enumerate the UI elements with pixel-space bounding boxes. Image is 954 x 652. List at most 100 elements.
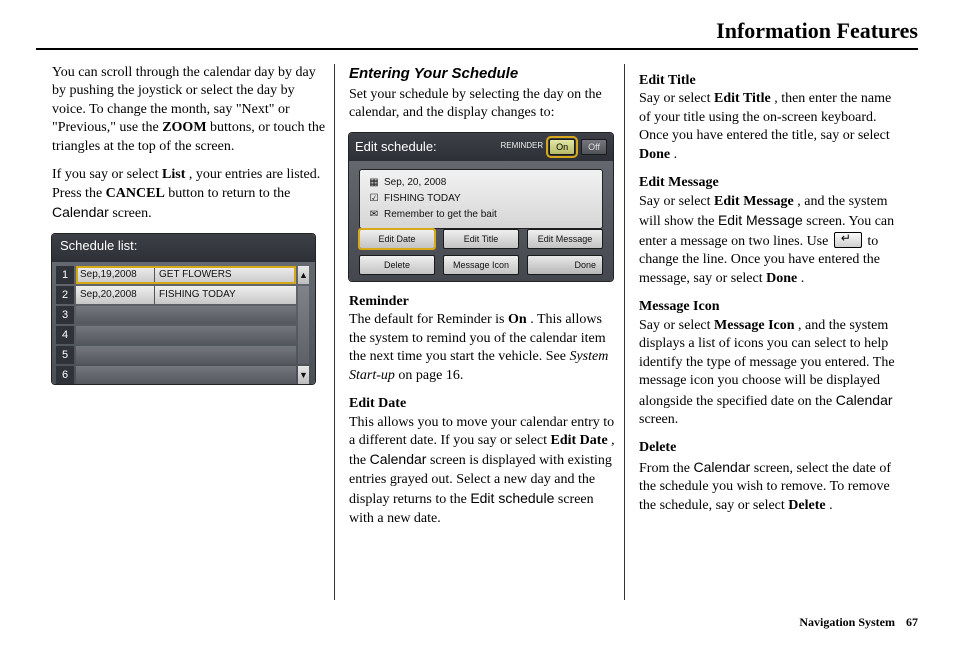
- bold-on: On: [508, 312, 527, 327]
- manual-page: Information Features You can scroll thro…: [0, 0, 954, 652]
- reminder-on-button[interactable]: On: [549, 139, 575, 155]
- col1-para2: If you say or select List , your entries…: [52, 166, 326, 223]
- column-3: Edit Title Say or select Edit Title , th…: [624, 64, 914, 600]
- row-num: 5: [56, 346, 74, 364]
- edit-date-line: ▦ Sep, 20, 2008: [368, 175, 594, 191]
- ui-calendar: Calendar: [52, 204, 109, 220]
- message-icon-heading: Message Icon: [639, 298, 906, 316]
- text: Sep, 20, 2008: [384, 176, 446, 189]
- edit-schedule-buttons: Edit Date Edit Title Edit Message Delete…: [359, 229, 603, 275]
- scroll-down-icon[interactable]: ▼: [298, 366, 309, 384]
- reminder-heading: Reminder: [349, 293, 616, 311]
- edit-date-heading: Edit Date: [349, 395, 616, 413]
- bold-edit-title: Edit Title: [714, 91, 771, 106]
- message-icon-button[interactable]: Message Icon: [443, 255, 519, 275]
- page-section-title: Information Features: [716, 18, 918, 44]
- bold-edit-date: Edit Date: [551, 433, 608, 448]
- row-date: Sep,20,2008: [76, 286, 155, 304]
- page-footer: Navigation System 67: [799, 615, 918, 630]
- delete-para: From the Calendar screen, select the dat…: [639, 458, 906, 515]
- schedule-row-empty[interactable]: [76, 326, 296, 344]
- edit-schedule-title: Edit schedule:: [355, 138, 437, 155]
- schedule-list-screenshot: Schedule list: 1 2 3 4 5 6 Sep,19,2008 G…: [52, 234, 315, 384]
- text: .: [829, 498, 833, 513]
- footer-label: Navigation System: [799, 615, 895, 629]
- text: FISHING TODAY: [384, 192, 461, 205]
- delete-button[interactable]: Delete: [359, 255, 435, 275]
- text: .: [801, 271, 805, 286]
- edit-message-heading: Edit Message: [639, 174, 906, 192]
- done-button[interactable]: Done: [527, 255, 603, 275]
- column-2: Entering Your Schedule Set your schedule…: [334, 64, 624, 600]
- bold-message-icon: Message Icon: [714, 318, 795, 333]
- column-1: You can scroll through the calendar day …: [44, 64, 334, 600]
- row-num: 2: [56, 286, 74, 304]
- page-number: 67: [906, 615, 918, 629]
- text: Say or select: [639, 318, 714, 333]
- edit-date-button[interactable]: Edit Date: [359, 229, 435, 249]
- row-num: 4: [56, 326, 74, 344]
- edit-schedule-body: ▦ Sep, 20, 2008 ☑ FISHING TODAY ✉ Rememb…: [359, 169, 603, 229]
- row-num: 3: [56, 306, 74, 324]
- edit-title-para: Say or select Edit Title , then enter th…: [639, 90, 906, 164]
- scroll-up-icon[interactable]: ▲: [298, 266, 309, 284]
- text: From the: [639, 461, 693, 476]
- note-icon: ☑: [368, 192, 380, 205]
- bold-done: Done: [766, 271, 797, 286]
- bold-list: List: [162, 167, 185, 182]
- scroll-track[interactable]: [298, 286, 309, 364]
- text: Say or select: [639, 194, 714, 209]
- text: screen.: [639, 412, 678, 427]
- text: Remember to get the bait: [384, 208, 497, 221]
- schedule-row-empty[interactable]: [76, 306, 296, 324]
- schedule-row-empty[interactable]: [76, 366, 296, 384]
- schedule-row-empty[interactable]: [76, 346, 296, 364]
- ui-edit-schedule: Edit schedule: [470, 490, 554, 506]
- edit-message-button[interactable]: Edit Message: [527, 229, 603, 249]
- row-content-column: Sep,19,2008 GET FLOWERS Sep,20,2008 FISH…: [76, 266, 296, 384]
- text: screen.: [112, 206, 151, 221]
- row-num: 6: [56, 366, 74, 384]
- row-number-column: 1 2 3 4 5 6: [56, 266, 74, 384]
- ui-calendar: Calendar: [370, 451, 427, 467]
- ui-calendar: Calendar: [693, 459, 750, 475]
- bold-delete: Delete: [788, 498, 825, 513]
- delete-heading: Delete: [639, 439, 906, 457]
- bold-edit-message: Edit Message: [714, 194, 794, 209]
- text: Say or select: [639, 91, 714, 106]
- schedule-row[interactable]: Sep,19,2008 GET FLOWERS: [76, 266, 296, 284]
- message-icon-para: Say or select Message Icon , and the sys…: [639, 317, 906, 430]
- scrollbar[interactable]: ▲ ▼: [298, 266, 309, 384]
- edit-message-line: ✉ Remember to get the bait: [368, 207, 594, 223]
- text: If you say or select: [52, 167, 162, 182]
- schedule-row[interactable]: Sep,20,2008 FISHING TODAY: [76, 286, 296, 304]
- col1-para1: You can scroll through the calendar day …: [52, 64, 326, 156]
- edit-schedule-header: Edit schedule: REMINDER On Off: [349, 133, 613, 161]
- enter-key-icon: [834, 232, 862, 248]
- text: button to return to the: [168, 186, 290, 201]
- text: The default for Reminder is: [349, 312, 508, 327]
- message-icon: ✉: [368, 208, 380, 221]
- ui-calendar: Calendar: [836, 392, 893, 408]
- row-date: Sep,19,2008: [76, 266, 155, 284]
- text: .: [674, 147, 678, 162]
- edit-schedule-screenshot: Edit schedule: REMINDER On Off ▦ Sep, 20…: [349, 133, 613, 281]
- section-heading: Entering Your Schedule: [349, 64, 616, 84]
- reminder-label: REMINDER: [500, 141, 543, 152]
- edit-date-para: This allows you to move your calendar en…: [349, 414, 616, 529]
- columns: You can scroll through the calendar day …: [44, 64, 918, 600]
- edit-title-line: ☑ FISHING TODAY: [368, 191, 594, 207]
- reminder-off-button[interactable]: Off: [581, 139, 607, 155]
- bold-cancel: CANCEL: [106, 186, 165, 201]
- schedule-list-grid: 1 2 3 4 5 6 Sep,19,2008 GET FLOWERS S: [56, 266, 309, 384]
- col2-intro: Set your schedule by selecting the day o…: [349, 86, 616, 123]
- header-rule: [36, 48, 918, 50]
- edit-title-button[interactable]: Edit Title: [443, 229, 519, 249]
- reminder-para: The default for Reminder is On . This al…: [349, 311, 616, 385]
- bold-done: Done: [639, 147, 670, 162]
- row-text: GET FLOWERS: [155, 266, 236, 284]
- text: on page 16.: [398, 368, 463, 383]
- row-num: 1: [56, 266, 74, 284]
- row-text: FISHING TODAY: [155, 286, 240, 304]
- calendar-icon: ▦: [368, 176, 380, 189]
